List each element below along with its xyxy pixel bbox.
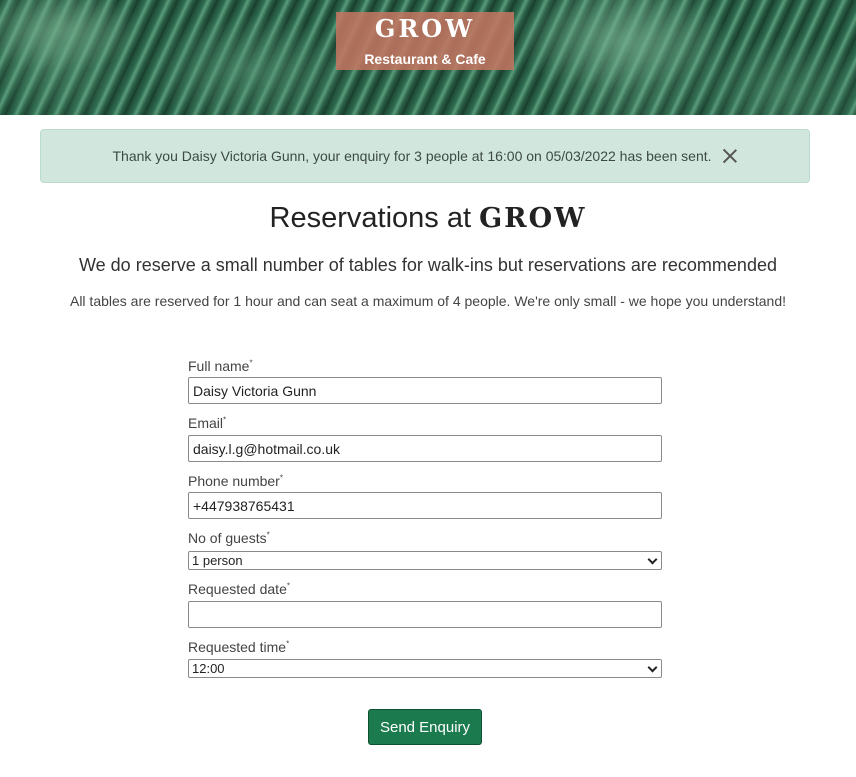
full-name-label: Full name* xyxy=(188,358,253,374)
reservation-note: All tables are reserved for 1 hour and c… xyxy=(69,293,787,309)
hero-banner: GROW Restaurant & Cafe xyxy=(0,0,856,115)
close-icon[interactable] xyxy=(722,148,738,164)
guests-selected-value: 1 person xyxy=(192,553,243,568)
email-label-text: Email xyxy=(188,415,224,431)
page-title-brand: GROW xyxy=(479,203,587,234)
guests-label: No of guests* xyxy=(188,530,270,546)
required-mark: * xyxy=(286,581,290,591)
leaf-decoration xyxy=(520,0,740,115)
guests-select[interactable]: 1 person xyxy=(188,551,662,570)
full-name-label-text: Full name xyxy=(188,358,250,374)
guests-label-text: No of guests xyxy=(188,530,267,546)
required-mark: * xyxy=(286,639,290,649)
success-alert: Thank you Daisy Victoria Gunn, your enqu… xyxy=(40,129,810,183)
leaf-decoration xyxy=(0,0,140,115)
phone-label: Phone number* xyxy=(188,473,283,489)
time-select[interactable]: 12:00 xyxy=(188,659,662,678)
brand-title: GROW xyxy=(374,14,476,43)
page-subtitle: We do reserve a small number of tables f… xyxy=(79,255,777,275)
page-title: Reservations at GROW xyxy=(0,202,856,235)
time-selected-value: 12:00 xyxy=(192,661,225,676)
brand-tagline: Restaurant & Cafe xyxy=(364,51,486,67)
full-name-input[interactable] xyxy=(188,377,662,404)
alert-message: Thank you Daisy Victoria Gunn, your enqu… xyxy=(112,148,712,164)
date-input[interactable] xyxy=(188,601,662,628)
brand-logo[interactable]: GROW Restaurant & Cafe xyxy=(336,12,514,70)
date-label-text: Requested date xyxy=(188,581,287,597)
required-mark: * xyxy=(279,473,283,483)
page-title-prefix: Reservations at xyxy=(269,202,472,234)
time-label: Requested time* xyxy=(188,639,289,655)
phone-input[interactable] xyxy=(188,492,662,519)
required-mark: * xyxy=(249,358,253,368)
required-mark: * xyxy=(266,530,270,540)
send-enquiry-button[interactable]: Send Enquiry xyxy=(368,709,482,745)
time-label-text: Requested time xyxy=(188,639,287,655)
required-mark: * xyxy=(223,415,227,425)
date-label: Requested date* xyxy=(188,581,290,597)
email-field[interactable] xyxy=(188,435,662,462)
phone-label-text: Phone number xyxy=(188,473,280,489)
chevron-down-icon xyxy=(647,662,658,673)
chevron-down-icon xyxy=(647,554,658,565)
email-label: Email* xyxy=(188,415,226,431)
